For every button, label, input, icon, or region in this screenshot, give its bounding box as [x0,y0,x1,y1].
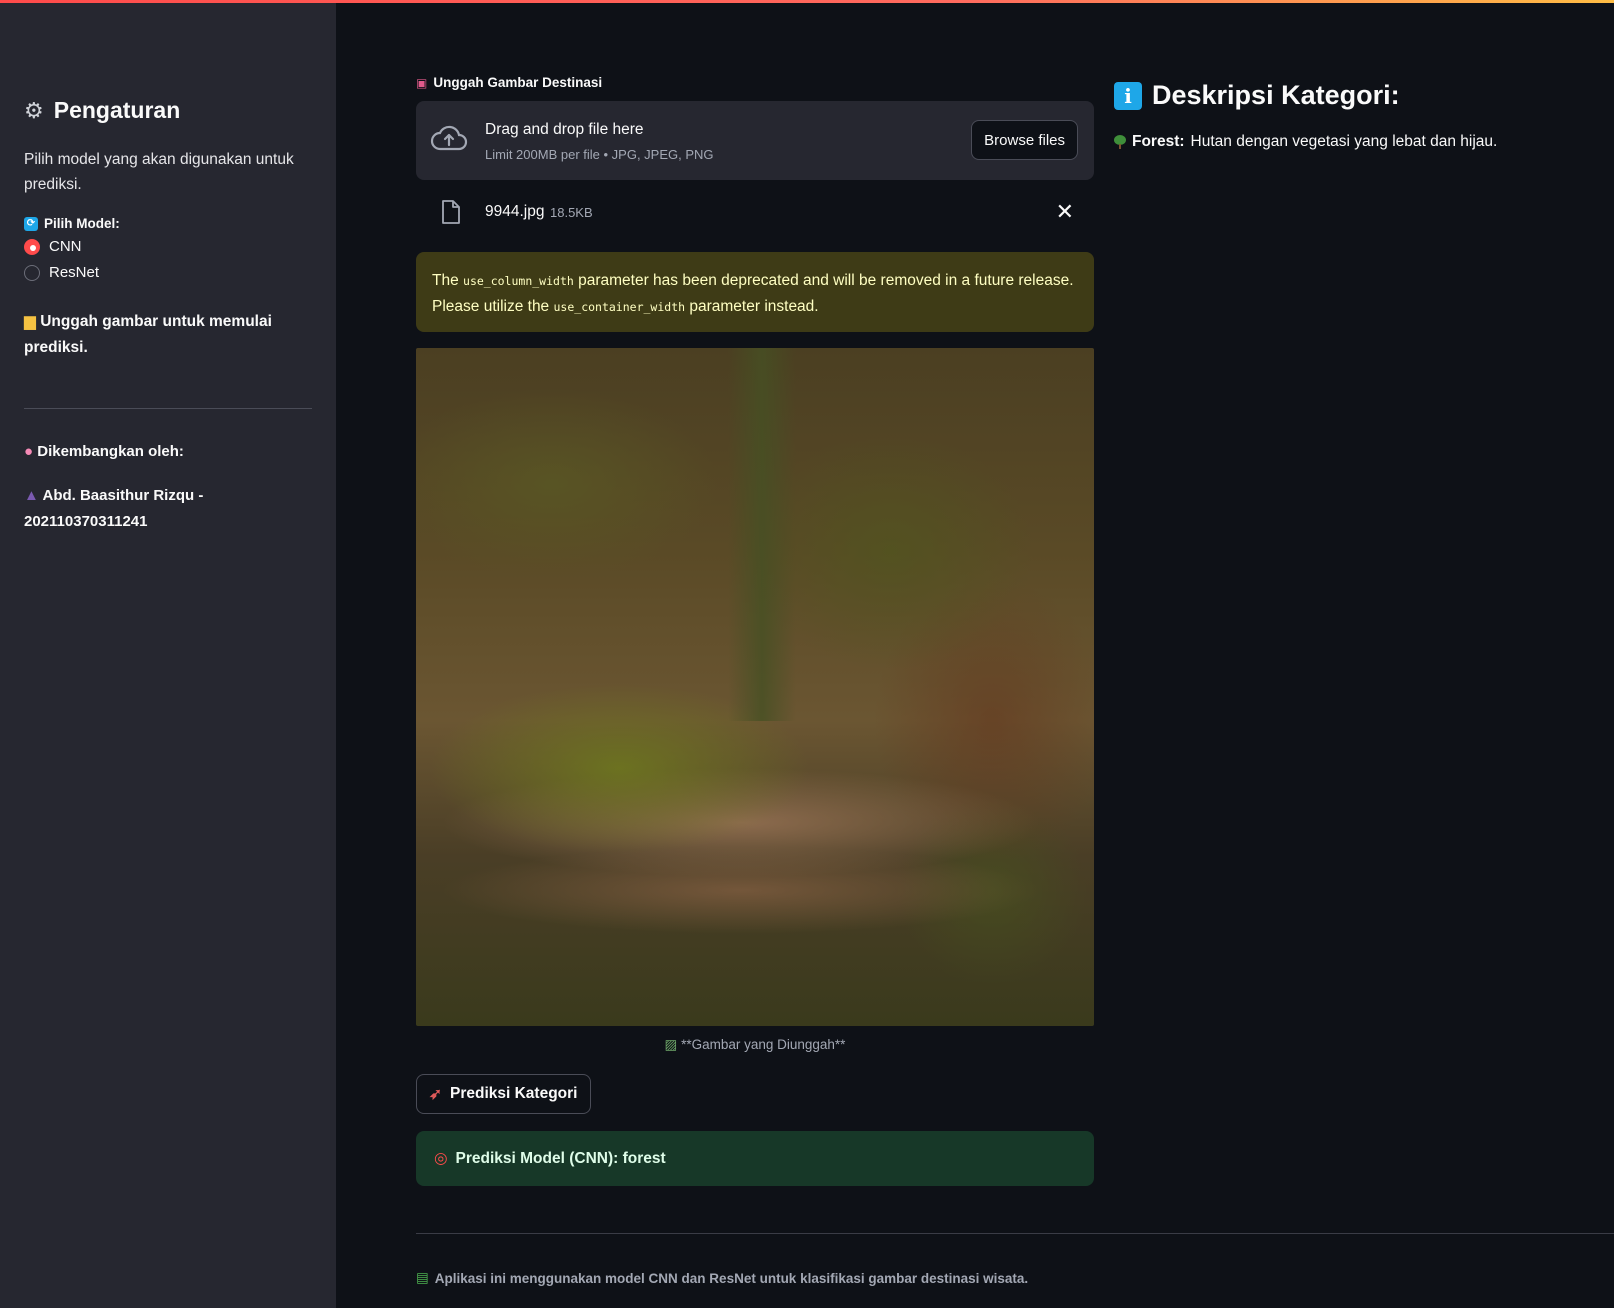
student-icon: ▲ [24,487,39,504]
radio-unselected-icon[interactable] [24,264,40,281]
target-icon: ◎ [434,1150,448,1167]
radio-label-cnn: CNN [49,238,82,255]
footer-divider [416,1233,1614,1234]
info-icon: i [1114,81,1142,110]
upload-note: ▆ Unggah gambar untuk memulai prediksi. [24,309,314,361]
tree-icon [1114,135,1126,149]
file-icon [442,200,460,224]
deprecation-warning: The use_column_width parameter has been … [416,252,1094,332]
picture-icon: ▨ [664,1037,678,1052]
brain-icon: ● [24,443,34,460]
developed-by-text: Dikembangkan oleh: [37,443,184,460]
category-text: Hutan dengan vegetasi yang lebat dan hij… [1190,133,1498,150]
author-info: ▲ Abd. Baasithur Rizqu - 202110370311241 [24,483,284,535]
prediction-result: ◎ Prediksi Model (CNN): forest [416,1131,1094,1186]
warning-text-3: parameter instead. [685,298,819,315]
file-dropzone[interactable]: Drag and drop file here Limit 200MB per … [416,101,1094,180]
warning-code-1: use_column_width [463,274,574,288]
cloud-upload-icon [430,125,468,151]
model-select-label-text: Pilih Model: [44,216,120,231]
rocket-icon: ➶ [429,1085,442,1103]
footer-text: Aplikasi ini menggunakan model CNN dan R… [434,1270,1029,1286]
uploader-label: ▣ Unggah Gambar Destinasi [416,75,602,90]
books-icon: ▤ [416,1270,429,1285]
footer: ▤ Aplikasi ini menggunakan model CNN dan… [416,1270,1028,1286]
uploaded-image [416,348,1094,1026]
folder-icon: ▆ [24,313,36,330]
sidebar-divider [24,408,312,409]
developed-by-label: ● Dikembangkan oleh: [24,443,184,460]
category-description-title: i Deskripsi Kategori: [1114,80,1400,111]
category-description-line: Forest: Hutan dengan vegetasi yang lebat… [1114,133,1497,151]
file-size: 18.5KB [550,205,593,220]
author-text: Abd. Baasithur Rizqu - 202110370311241 [24,487,204,530]
image-caption-text: **Gambar yang Diunggah** [681,1037,846,1052]
sidebar: ⚙ Pengaturan Pilih model yang akan digun… [0,3,336,1308]
inbox-icon: ▣ [416,75,428,90]
sidebar-title-text: Pengaturan [53,97,181,123]
image-tree-trunk [727,348,796,721]
radio-option-resnet[interactable]: ResNet [24,264,99,281]
sidebar-title: ⚙ Pengaturan [24,97,180,124]
dropzone-limit: Limit 200MB per file • JPG, JPEG, PNG [485,147,714,162]
radio-label-resnet: ResNet [49,264,100,281]
model-select-label: ⟳ Pilih Model: [24,216,120,231]
warning-code-2: use_container_width [553,300,686,314]
uploader-label-text: Unggah Gambar Destinasi [433,75,603,90]
image-caption: ▨ **Gambar yang Diunggah** [416,1037,1094,1053]
file-name: 9944.jpg [485,203,545,220]
uploaded-file-row: 9944.jpg 18.5KB ✕ [416,191,1094,235]
upload-note-text: Unggah gambar untuk memulai prediksi. [24,313,272,356]
category-name: Forest: [1132,133,1185,150]
radio-option-cnn[interactable]: CNN [24,238,82,255]
category-description-title-text: Deskripsi Kategori: [1152,80,1400,110]
refresh-icon: ⟳ [24,216,38,231]
dropzone-title: Drag and drop file here [485,121,644,138]
gear-icon: ⚙ [24,97,44,123]
prediction-result-text: Prediksi Model (CNN): forest [455,1149,666,1167]
sidebar-description: Pilih model yang akan digunakan untuk pr… [24,151,294,193]
warning-text-1: The [432,272,464,289]
remove-file-icon[interactable]: ✕ [1056,199,1074,225]
predict-button-label: Prediksi Kategori [450,1085,578,1102]
predict-category-button[interactable]: ➶ Prediksi Kategori [416,1074,591,1114]
radio-selected-icon[interactable] [24,238,40,255]
browse-files-button[interactable]: Browse files [971,120,1078,160]
